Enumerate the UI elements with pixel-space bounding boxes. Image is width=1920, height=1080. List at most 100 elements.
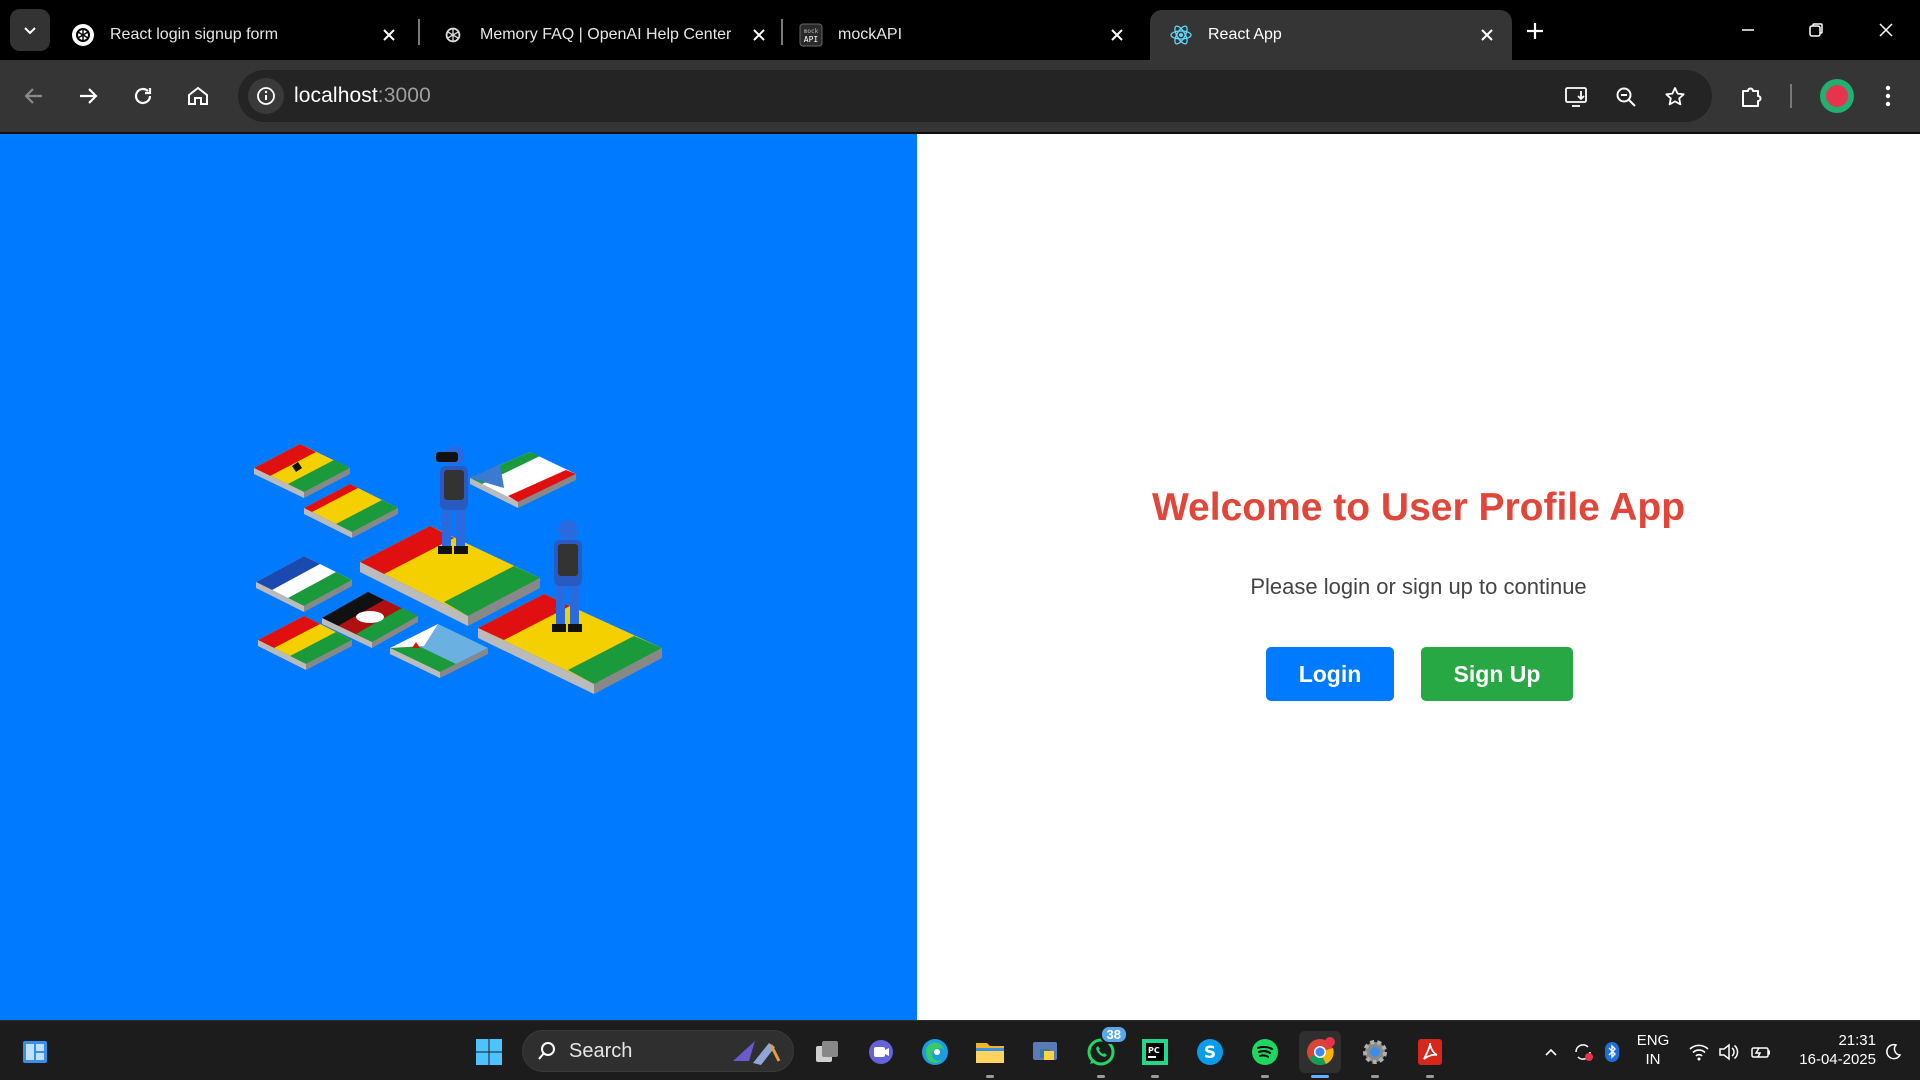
new-tab-button[interactable] xyxy=(1518,14,1552,48)
tab-react-login[interactable]: React login signup form xyxy=(52,10,414,60)
reload-icon xyxy=(134,87,152,105)
input-language[interactable]: ENG IN xyxy=(1628,1031,1678,1069)
acrobat-button[interactable] xyxy=(1409,1031,1451,1078)
spotify-button[interactable] xyxy=(1244,1031,1286,1078)
welcome-title: Welcome to User Profile App xyxy=(1151,486,1686,529)
tab-title: mockAPI xyxy=(838,26,903,43)
edge-icon xyxy=(922,1039,948,1065)
forward-button[interactable] xyxy=(68,76,108,116)
close-icon[interactable] xyxy=(748,24,770,46)
taskbar-search[interactable]: Search xyxy=(522,1030,794,1072)
bookmark-button[interactable] xyxy=(1660,82,1690,112)
moon-icon xyxy=(1886,1043,1902,1060)
openai-icon xyxy=(70,22,96,48)
restore-icon xyxy=(1809,23,1823,37)
svg-text:PC: PC xyxy=(1148,1046,1160,1055)
address-bar[interactable]: localhost:3000 xyxy=(238,70,1712,122)
plus-icon xyxy=(1527,23,1543,39)
clock-time: 21:31 xyxy=(1838,1032,1876,1049)
svg-text:API: API xyxy=(804,35,819,44)
tab-react-app[interactable]: React App xyxy=(1150,10,1512,60)
info-icon xyxy=(257,87,275,105)
taskbar: Search 38 PC S ENG IN 21:31 16-04-2025 xyxy=(0,1020,1920,1080)
chevron-down-icon xyxy=(24,27,36,35)
settings-button[interactable] xyxy=(1354,1031,1396,1078)
python-button[interactable] xyxy=(1024,1031,1066,1073)
tab-search-button[interactable] xyxy=(10,9,50,51)
star-icon xyxy=(1665,87,1685,106)
gear-icon xyxy=(1363,1040,1387,1064)
chrome-button[interactable] xyxy=(1299,1031,1341,1078)
arrow-left-icon xyxy=(24,88,42,104)
tab-title: React App xyxy=(1208,26,1282,43)
clock-date: 16-04-2025 xyxy=(1799,1051,1876,1068)
restore-button[interactable] xyxy=(1782,0,1850,60)
task-view-button[interactable] xyxy=(806,1031,848,1073)
install-icon xyxy=(1565,87,1587,107)
edge-button[interactable] xyxy=(914,1031,956,1073)
close-icon[interactable] xyxy=(1106,24,1128,46)
tab-title: Memory FAQ | OpenAI Help Center xyxy=(480,26,732,43)
tab-title: React login signup form xyxy=(110,26,279,43)
reload-button[interactable] xyxy=(123,76,163,116)
volume-icon xyxy=(1719,1043,1739,1061)
hero-illustration xyxy=(254,444,662,694)
menu-button[interactable] xyxy=(1868,76,1908,116)
windows-icon xyxy=(476,1039,502,1065)
flag-tile xyxy=(390,624,488,678)
avatar-dot xyxy=(1826,85,1848,107)
task-view-icon xyxy=(816,1041,838,1062)
url-host: localhost xyxy=(294,84,378,107)
bluetooth-icon xyxy=(1605,1042,1619,1062)
browser-toolbar: localhost:3000 xyxy=(0,60,1920,132)
flag-tile xyxy=(254,444,350,498)
pycharm-icon: PC xyxy=(1142,1039,1168,1065)
teams-chat-button[interactable] xyxy=(860,1031,902,1073)
openai-icon xyxy=(440,22,466,48)
site-info-button[interactable] xyxy=(248,78,284,114)
chat-icon xyxy=(869,1040,893,1064)
svg-text:mock: mock xyxy=(804,28,819,35)
home-icon xyxy=(188,86,208,105)
battery-tray-button[interactable] xyxy=(1740,1031,1782,1073)
flag-tile xyxy=(304,484,398,538)
close-window-button[interactable] xyxy=(1852,0,1920,60)
bluetooth-tray-button[interactable] xyxy=(1591,1031,1633,1073)
svg-text:S: S xyxy=(1204,1043,1216,1063)
minimize-button[interactable] xyxy=(1714,0,1782,60)
tab-strip: React login signup form Memory FAQ | Ope… xyxy=(0,0,1920,60)
widgets-button[interactable] xyxy=(14,1031,56,1073)
close-icon[interactable] xyxy=(1476,24,1498,46)
skype-button[interactable]: S xyxy=(1189,1031,1231,1073)
skype-icon: S xyxy=(1197,1039,1223,1065)
language-label: ENG xyxy=(1636,1032,1670,1049)
minimize-icon xyxy=(1742,29,1754,31)
login-button[interactable]: Login xyxy=(1266,647,1394,701)
react-icon xyxy=(1168,22,1194,48)
folder-icon xyxy=(976,1043,1004,1063)
zoom-button[interactable] xyxy=(1611,82,1641,112)
battery-icon xyxy=(1751,1047,1770,1058)
whatsapp-button[interactable]: 38 xyxy=(1080,1025,1128,1078)
region-label: IN xyxy=(1645,1051,1661,1068)
file-explorer-button[interactable] xyxy=(969,1031,1011,1078)
tab-memory-faq[interactable]: Memory FAQ | OpenAI Help Center xyxy=(422,10,784,60)
start-button[interactable] xyxy=(468,1031,510,1073)
auth-panel: Welcome to User Profile App Please login… xyxy=(917,134,1920,1020)
home-button[interactable] xyxy=(178,76,218,116)
back-button[interactable] xyxy=(14,76,54,116)
toolbar-divider xyxy=(1790,84,1792,108)
clock[interactable]: 21:31 16-04-2025 xyxy=(1780,1031,1876,1069)
flag-tile xyxy=(470,452,576,508)
profile-avatar[interactable] xyxy=(1820,79,1854,113)
zoom-out-icon xyxy=(1616,87,1636,107)
close-icon[interactable] xyxy=(378,24,400,46)
extensions-button[interactable] xyxy=(1732,76,1772,116)
signup-button[interactable]: Sign Up xyxy=(1421,647,1573,701)
pycharm-button[interactable]: PC xyxy=(1134,1031,1176,1078)
notifications-button[interactable] xyxy=(1872,1031,1914,1073)
install-app-button[interactable] xyxy=(1562,82,1592,112)
search-icon xyxy=(538,1042,555,1060)
tab-mockapi[interactable]: mock API mockAPI xyxy=(780,10,1142,60)
chevron-up-icon xyxy=(1545,1048,1557,1056)
